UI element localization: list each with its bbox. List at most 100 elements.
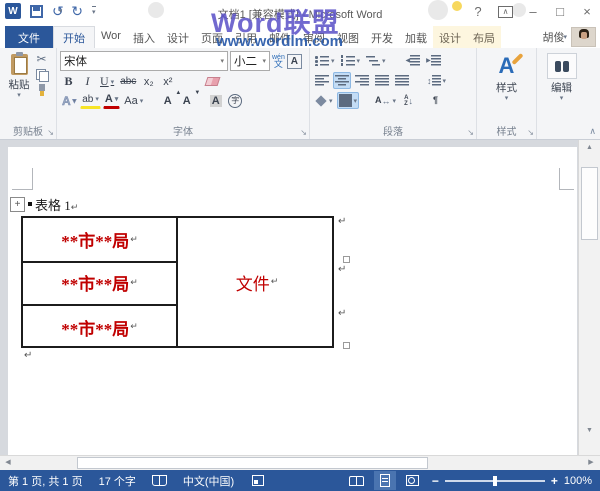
print-layout-button[interactable] [373, 471, 396, 490]
tab-table-tools-layout[interactable]: 布局 [466, 26, 501, 48]
chevron-down-icon: ▾ [559, 95, 564, 102]
vertical-scrollbar[interactable]: ▲ ▼ [578, 140, 600, 455]
grow-font-button[interactable]: A ▲ [159, 90, 181, 109]
table-cell[interactable]: **市**局 ↵ [23, 306, 176, 348]
tab-home-active[interactable]: 开始 [53, 26, 95, 48]
tab-insert[interactable]: 插入 [127, 26, 161, 48]
tab-developer[interactable]: 开发 [365, 26, 399, 48]
clear-formatting-button[interactable] [204, 73, 221, 90]
close-button[interactable]: × [580, 3, 594, 21]
paragraph-dialog-launcher-icon[interactable]: ↘ [467, 128, 474, 138]
align-left-button[interactable] [313, 72, 331, 89]
styles-dialog-launcher-icon[interactable]: ↘ [527, 128, 534, 138]
copy-icon[interactable] [36, 69, 49, 82]
borders-button[interactable] [336, 92, 360, 109]
text-highlight-button[interactable]: ab [80, 92, 101, 109]
character-shading-button[interactable]: A [207, 92, 224, 109]
account-area[interactable]: 胡俊 ▾ [542, 26, 600, 48]
font-family-combo[interactable]: 宋体 ▾ [60, 51, 228, 71]
justify-button[interactable] [373, 72, 391, 89]
table-cell[interactable]: **市**局 ↵ [23, 218, 176, 261]
clipboard-dialog-launcher-icon[interactable]: ↘ [47, 128, 54, 138]
editing-button[interactable]: 编辑 ▾ [540, 53, 583, 102]
scroll-up-icon[interactable]: ▲ [579, 140, 600, 155]
user-avatar[interactable] [571, 27, 596, 47]
document-table[interactable]: **市**局 ↵ **市**局 ↵ **市**局 ↵ 文件 ↵ [21, 216, 334, 348]
paste-button[interactable]: 粘贴 ▾ [4, 52, 34, 99]
tab-addins[interactable]: 加载 [399, 26, 433, 48]
multilevel-list-button[interactable] [364, 52, 388, 69]
tab-table-tools-design[interactable]: 设计 [432, 26, 467, 48]
zoom-out-button[interactable]: − [432, 474, 439, 488]
numbering-button[interactable] [339, 52, 363, 69]
asian-layout-button[interactable]: A ↔ [373, 92, 398, 109]
change-case-button[interactable]: Aa [122, 92, 145, 109]
show-hide-marks-button[interactable]: ¶ [427, 92, 444, 109]
maximize-button[interactable]: □ [553, 3, 567, 21]
web-layout-button[interactable] [402, 471, 424, 490]
subscript-button[interactable]: x₂ [140, 73, 157, 90]
align-center-button[interactable] [333, 72, 351, 89]
help-button[interactable]: ? [471, 3, 485, 21]
tab-file[interactable]: 文件 [5, 26, 53, 48]
ribbon-display-options-icon[interactable]: ∧ [498, 6, 513, 18]
tab-wor[interactable]: Wor [95, 26, 127, 48]
shading-button[interactable] [313, 92, 335, 109]
increase-indent-button[interactable]: ▶ [424, 52, 443, 69]
zoom-slider[interactable] [444, 475, 545, 486]
word-count[interactable]: 17 个字 [91, 473, 144, 489]
shrink-font-button[interactable]: A ▼ [178, 90, 200, 109]
strikethrough-button[interactable]: abc [118, 73, 138, 90]
format-painter-icon[interactable] [37, 84, 47, 96]
character-border-button[interactable]: A [286, 53, 302, 69]
vertical-scroll-thumb[interactable] [581, 167, 598, 240]
zoom-in-button[interactable]: + [551, 474, 558, 488]
chevron-down-icon[interactable]: ▾ [220, 57, 224, 65]
chevron-down-icon[interactable]: ▾ [262, 57, 266, 65]
zoom-slider-thumb[interactable] [492, 475, 497, 486]
scroll-right-icon[interactable]: ▶ [584, 456, 598, 470]
decrease-indent-button[interactable]: ◀ [404, 52, 423, 69]
paragraph-mark: ↵ [130, 322, 138, 332]
font-color-button[interactable]: A [102, 92, 121, 109]
distribute-button[interactable] [393, 72, 411, 89]
styles-button[interactable]: A 样式 ▾ [480, 52, 533, 102]
italic-button[interactable]: I [79, 73, 96, 90]
horizontal-scroll-thumb[interactable] [77, 457, 428, 469]
text-effects-button[interactable]: A [60, 92, 78, 109]
read-mode-button[interactable] [346, 471, 368, 490]
page-indicator[interactable]: 第 1 页, 共 1 页 [0, 473, 91, 489]
superscript-button[interactable]: x² [159, 73, 176, 90]
editing-group: 编辑 ▾ [537, 48, 586, 139]
table-merged-cell[interactable]: 文件 ↵ [178, 218, 336, 346]
table-selection-handle[interactable] [343, 256, 350, 263]
zoom-level[interactable]: 100% [564, 475, 592, 487]
tab-design[interactable]: 设计 [161, 26, 195, 48]
table-move-handle[interactable]: + [10, 197, 25, 212]
proofing-book-icon[interactable] [151, 475, 167, 486]
multilevel-list-icon [366, 55, 381, 66]
bullets-button[interactable] [313, 52, 337, 69]
minimize-button[interactable]: – [526, 3, 540, 21]
paste-label: 粘贴 [8, 79, 30, 91]
sort-button[interactable]: AZ ↓ [400, 92, 417, 109]
macro-record-icon[interactable] [252, 475, 265, 486]
horizontal-scrollbar[interactable]: ◀ ▶ [0, 455, 600, 470]
scroll-down-icon[interactable]: ▼ [579, 423, 600, 438]
enclose-characters-button[interactable]: 字 [226, 92, 244, 109]
font-size-combo[interactable]: 小二 ▾ [230, 51, 270, 71]
collapse-ribbon-icon[interactable]: ∧ [589, 126, 596, 137]
table-caption[interactable]: 表格 1↵ [35, 195, 78, 214]
language-indicator[interactable]: 中文(中国) [175, 473, 242, 489]
phonetic-guide-button[interactable]: wén 文 [272, 54, 285, 69]
table-resize-handle[interactable] [343, 342, 350, 349]
bold-button[interactable]: B [60, 73, 77, 90]
font-dialog-launcher-icon[interactable]: ↘ [300, 128, 307, 138]
align-right-button[interactable] [353, 72, 371, 89]
underline-button[interactable]: U [98, 73, 116, 90]
table-cell[interactable]: **市**局 ↵ [23, 263, 176, 302]
scroll-left-icon[interactable]: ◀ [1, 456, 15, 470]
line-spacing-button[interactable]: ↕ [425, 72, 448, 89]
cut-icon[interactable]: ✂ [36, 53, 46, 65]
paragraph-mark: ↵ [338, 308, 347, 319]
